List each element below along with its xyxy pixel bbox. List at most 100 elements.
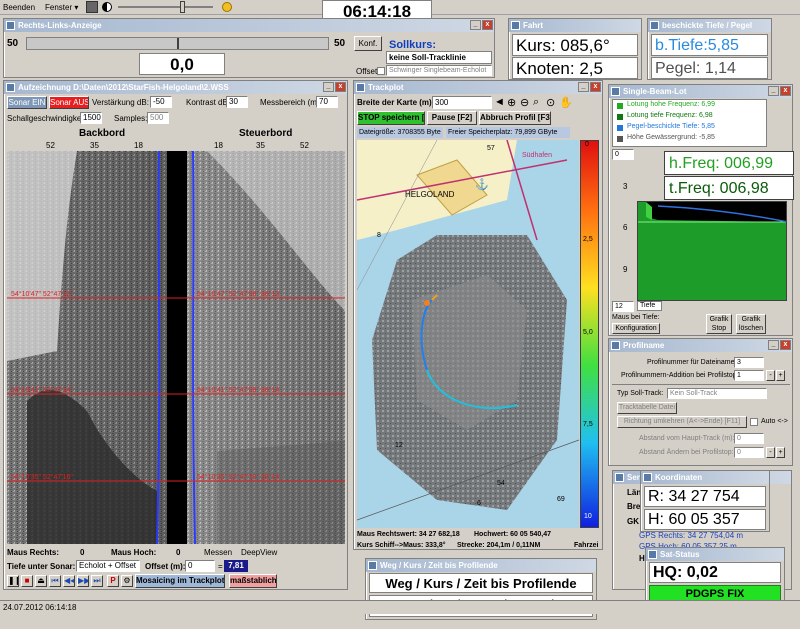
abstand-minus-button[interactable]: - [766, 447, 775, 458]
verstaerkung-input[interactable]: -50 [150, 96, 172, 108]
offset-result: 7,81 [224, 560, 248, 572]
breite-select[interactable]: 300 [432, 96, 492, 109]
search-icon[interactable]: ⌕ [533, 96, 539, 109]
zoom-in-icon[interactable]: ⊕ [507, 96, 516, 109]
window-icon [611, 341, 620, 350]
brightness-slider[interactable] [118, 6, 213, 8]
massstab-button[interactable]: maßstablich [229, 574, 277, 588]
zoom-extent-icon[interactable]: ⊙ [546, 96, 555, 109]
legend-swatch-4 [617, 136, 623, 142]
close-icon[interactable]: x [590, 82, 601, 92]
forward-icon[interactable]: ▶▶ [77, 575, 89, 587]
skip-forward-icon[interactable]: ⏭ [91, 575, 103, 587]
print-icon[interactable] [86, 1, 98, 13]
abstand-aendern-input[interactable]: 0 [734, 447, 764, 458]
settings-icon[interactable]: ⚙ [121, 575, 133, 587]
close-icon[interactable]: x [780, 86, 791, 96]
abbruch-button[interactable]: Abbruch Profil [F3] [479, 111, 551, 125]
minimize-icon[interactable]: _ [470, 20, 481, 30]
spin-top-input[interactable]: 0 [612, 149, 634, 160]
aufzeichnung-titlebar: Aufzeichnung D:\Daten\2012\StarFish-Helg… [4, 81, 347, 94]
konfiguration-button[interactable]: Konfiguration [612, 323, 660, 334]
offset-m-input[interactable]: 0 [185, 560, 215, 572]
spin-bottom-input[interactable]: 12 [612, 301, 634, 312]
trackplot-titlebar: Trackplot _ x [354, 81, 602, 94]
profilnummer-input[interactable]: 3 [734, 357, 764, 368]
arrow-left-icon[interactable]: ◄ [494, 96, 505, 108]
marker-1-left: 54°10'47" 52°47'12" [11, 291, 73, 298]
brightness-slider-thumb[interactable] [180, 1, 185, 13]
sensor-row-2: Bre [627, 502, 641, 511]
kontrast-input[interactable]: 30 [226, 96, 248, 108]
tiefe-select[interactable]: Echolot + Offset [76, 560, 140, 572]
sonar-waterfall[interactable]: 54°10'47" 52°47'12" 54°10'47" 52°47'08" … [7, 151, 345, 544]
tiefe-tab[interactable]: Tiefe [637, 301, 662, 311]
maus-hoch-value: 0 [176, 548, 181, 557]
breite-label: Breite der Karte (m): [357, 98, 435, 107]
stop-icon[interactable]: ■ [21, 575, 33, 587]
trackplot-map[interactable]: HELGOLAND Südhafen ⚓ 57 8 12 54 6 69 [357, 140, 579, 528]
tracktabelle-button[interactable]: Tracktabelle Datei [617, 402, 677, 414]
menu-window[interactable]: Fenster ▾ [45, 3, 78, 12]
auto-checkbox[interactable] [750, 418, 758, 426]
rewind-icon[interactable]: ◀◀ [63, 575, 75, 587]
close-icon[interactable]: x [482, 20, 493, 30]
hand-icon[interactable]: ✋ [559, 96, 573, 109]
weg-title: Weg / Kurs / Zeit bis Profilende [380, 561, 498, 570]
eject-icon[interactable]: ⏏ [35, 575, 47, 587]
aufzeichnung-title: Aufzeichnung D:\Daten\2012\StarFish-Helg… [18, 83, 229, 92]
tiefe-pegel-title: beschickte Tiefe / Pegel [662, 21, 753, 30]
window-icon [650, 21, 659, 30]
addition-plus-button[interactable]: + [776, 370, 785, 381]
depth-3: 12 [395, 442, 403, 449]
zoom-out-icon[interactable]: ⊖ [520, 96, 529, 109]
grafik-stop-button[interactable]: Grafik Stop [706, 314, 732, 334]
minimize-icon[interactable]: _ [768, 340, 779, 350]
typ-soll-track-select[interactable]: Kein Soll-Track [667, 388, 767, 399]
deviation-bar [26, 37, 329, 50]
scale-right-2: 35 [256, 141, 265, 150]
close-icon[interactable]: x [780, 340, 791, 350]
strecke: Strecke: 204,1m / 0,11NM [457, 542, 541, 549]
minimize-icon[interactable]: _ [768, 86, 779, 96]
schall-input[interactable]: 1500 [80, 112, 102, 124]
minimize-icon[interactable]: _ [323, 82, 334, 92]
pause-icon[interactable]: ❚❚ [7, 575, 19, 587]
pause-button[interactable]: Pause [F2] [427, 111, 477, 125]
grafik-loeschen-button[interactable]: Grafik löschen [736, 314, 766, 334]
messbereich-input[interactable]: 70 [316, 96, 338, 108]
window-icon [643, 473, 652, 482]
menu-exit[interactable]: Beenden [3, 3, 35, 12]
typ-soll-track-label: Typ Soll-Track: [617, 390, 664, 397]
rechts-links-title: Rechts-Links-Anzeige [18, 21, 102, 30]
p-icon[interactable]: P [107, 575, 119, 587]
konf-button[interactable]: Konf. [354, 36, 382, 51]
contrast-icon[interactable] [102, 2, 112, 12]
abstand-haupt-input[interactable]: 0 [734, 433, 764, 444]
close-icon[interactable]: x [335, 82, 346, 92]
samples-input[interactable]: 500 [147, 112, 169, 124]
left-scale-label: 50 [7, 38, 19, 49]
addition-input[interactable]: 1 [734, 370, 764, 381]
offset-select[interactable]: Schwinger Singlebeam-Echolot [386, 65, 492, 76]
legend-swatch-3 [617, 125, 623, 131]
richtung-umkehren-button[interactable]: Richtung umkehren (A<->Ende) [F11] [617, 416, 747, 428]
minimize-icon[interactable]: _ [578, 82, 589, 92]
trackplot-title: Trackplot [368, 83, 404, 92]
singlebeam-list: Lotung hohe Frequenz: 6,99 Lotung tiefe … [612, 99, 767, 147]
abstand-plus-button[interactable]: + [776, 447, 785, 458]
skip-back-icon[interactable]: ⏮ [49, 575, 61, 587]
stop-speichern-button[interactable]: STOP speichern [F1] [357, 111, 425, 125]
messen-tab[interactable]: Messen [204, 548, 232, 557]
sonar-aus-button[interactable]: Sonar AUS [49, 96, 89, 109]
mosaicing-button[interactable]: Mosaicing im Trackplot [135, 574, 225, 588]
deepview-tab[interactable]: DeepView [241, 548, 277, 557]
offset-checkbox[interactable] [377, 67, 385, 75]
sonar-ein-button[interactable]: Sonar EIN [7, 96, 47, 109]
fahrt-title: Fahrt [523, 21, 543, 30]
depth-graph[interactable] [637, 201, 787, 301]
sollkurs-value: keine Soll-Tracklinie [386, 51, 492, 64]
sun-icon[interactable] [222, 2, 232, 12]
addition-label: Profilnummern-Addition bei Profilstop: [621, 372, 739, 379]
addition-minus-button[interactable]: - [766, 370, 775, 381]
